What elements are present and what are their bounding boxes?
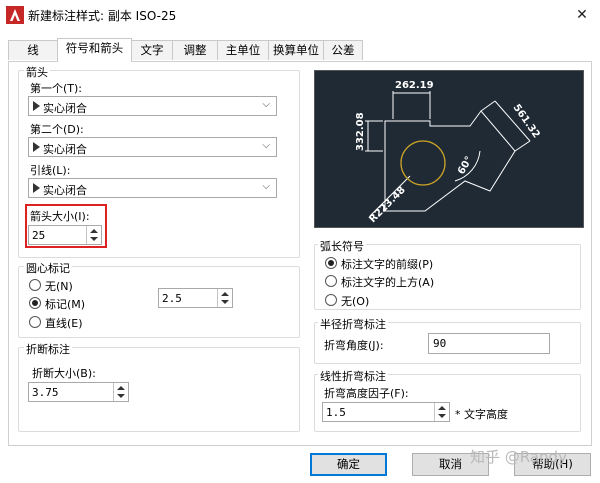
watermark-text: 知乎 @Randy (470, 448, 567, 466)
tab-lines[interactable]: 线 (8, 40, 58, 60)
autocad-app-icon (6, 6, 24, 24)
second-arrow-combo[interactable]: 实心闭合 ⌵ (28, 137, 277, 157)
linear-jog-group-title: 线性折弯标注 (318, 368, 388, 384)
dim-angle-text: 60° (456, 155, 475, 177)
leader-arrow-label: 引线(L): (30, 164, 71, 177)
arc-above-radio[interactable] (325, 275, 337, 287)
tab-strip: 线 符号和箭头 文字 调整 主单位 换算单位 公差 (0, 38, 600, 62)
preview-drawing: 262.19 332.08 561.32 R223.48 60° (355, 80, 542, 226)
tab-tolerances[interactable]: 公差 (323, 40, 363, 60)
ok-button[interactable]: 确定 (310, 453, 387, 476)
radius-jog-group-title: 半径折弯标注 (318, 316, 388, 332)
jog-height-factor-value: 1.5 (326, 406, 346, 419)
arc-above-label: 标注文字的上方(A) (341, 276, 435, 289)
first-arrow-combo[interactable]: 实心闭合 ⌵ (28, 96, 277, 116)
center-marks-group-title: 圆心标记 (24, 260, 72, 276)
spinner-buttons[interactable] (217, 289, 232, 307)
tab-symbols-arrows[interactable]: 符号和箭头 (57, 38, 132, 62)
dim-left-text: 332.08 (355, 112, 366, 151)
arrowhead-icon (33, 183, 40, 193)
arc-length-group-title: 弧长符号 (318, 238, 366, 254)
center-line-radio[interactable] (29, 316, 41, 328)
arc-prefix-radio[interactable] (325, 257, 337, 269)
arrowhead-icon (33, 101, 40, 111)
circle-feature (400, 140, 446, 186)
center-mark-size-spinner[interactable]: 2.5 (158, 288, 233, 308)
second-arrow-value: 实心闭合 (43, 143, 87, 156)
tab-text[interactable]: 文字 (131, 40, 173, 60)
spinner-up-icon[interactable] (117, 386, 125, 390)
dimension-break-group-title: 折断标注 (24, 341, 72, 357)
break-size-value: 3.75 (32, 386, 59, 399)
center-line-label: 直线(E) (45, 317, 83, 330)
arc-none-radio[interactable] (325, 294, 337, 306)
spinner-up-icon[interactable] (221, 292, 229, 296)
tab-fit[interactable]: 调整 (172, 40, 218, 60)
window-title: 新建标注样式: 副本 ISO-25 (28, 9, 177, 23)
center-none-radio[interactable] (29, 279, 41, 291)
dim-radius-text: R223.48 (367, 185, 408, 226)
text-height-suffix: * 文字高度 (455, 408, 508, 421)
dim-top-text: 262.19 (395, 80, 434, 91)
title-bar: 新建标注样式: 副本 ISO-25 ✕ (0, 0, 600, 30)
first-arrow-value: 实心闭合 (43, 102, 87, 115)
arc-none-label: 无(O) (341, 295, 370, 308)
break-size-label: 折断大小(B): (32, 367, 96, 380)
spinner-down-icon[interactable] (221, 300, 229, 304)
annotation-highlight-box (25, 204, 107, 248)
spinner-down-icon[interactable] (117, 394, 125, 398)
spinner-buttons[interactable] (434, 403, 449, 421)
center-mark-radio[interactable] (29, 297, 41, 309)
spinner-down-icon[interactable] (438, 414, 446, 418)
chevron-down-icon: ⌵ (262, 99, 270, 110)
arrowheads-group-title: 箭头 (24, 64, 50, 80)
close-button[interactable]: ✕ (570, 3, 594, 27)
center-mark-size-value: 2.5 (162, 292, 182, 305)
first-arrow-label: 第一个(T): (30, 82, 83, 95)
leader-arrow-combo[interactable]: 实心闭合 ⌵ (28, 178, 277, 198)
spinner-buttons[interactable] (113, 383, 128, 401)
center-none-label: 无(N) (45, 280, 73, 293)
jog-angle-input[interactable]: 90 (428, 333, 550, 354)
leader-arrow-value: 实心闭合 (43, 184, 87, 197)
arrowhead-icon (33, 142, 40, 152)
jog-height-factor-spinner[interactable]: 1.5 (322, 402, 450, 422)
part-outline (384, 110, 516, 212)
center-mark-label: 标记(M) (45, 298, 86, 311)
jog-angle-label: 折弯角度(J): (324, 339, 384, 352)
tab-alternate-units[interactable]: 换算单位 (268, 40, 324, 60)
chevron-down-icon: ⌵ (262, 140, 270, 151)
dim-right-text: 561.32 (511, 102, 542, 140)
jog-height-factor-label: 折弯高度因子(F): (324, 387, 409, 400)
chevron-down-icon: ⌵ (262, 181, 270, 192)
dimension-preview-panel: 262.19 332.08 561.32 R223.48 60° (314, 70, 584, 228)
tab-primary-units[interactable]: 主单位 (217, 40, 269, 60)
spinner-up-icon[interactable] (438, 406, 446, 410)
second-arrow-label: 第二个(D): (30, 123, 84, 136)
arc-prefix-label: 标注文字的前缀(P) (341, 258, 434, 271)
break-size-spinner[interactable]: 3.75 (28, 382, 129, 402)
